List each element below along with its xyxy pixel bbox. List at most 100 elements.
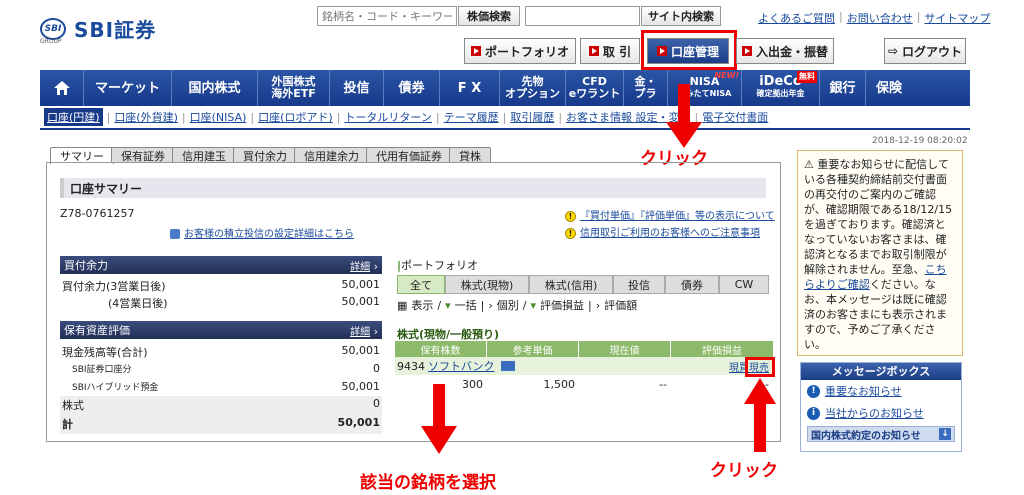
info-icon: i (807, 406, 820, 420)
detail-label: 詳細 (350, 261, 371, 273)
tab-collateral[interactable]: 代用有価証券 (366, 147, 452, 163)
asset-row-hybrid: SBIハイブリッド預金 50,001 (62, 380, 380, 393)
annotation-select-stock: 該当の銘柄を選択 (360, 473, 496, 493)
msg-important[interactable]: ! 重要なお知らせ (801, 380, 961, 402)
subnav-trade-history[interactable]: 取引履歴 (510, 109, 554, 125)
cell-current: -- (659, 377, 667, 391)
subnav-total-return[interactable]: トータルリターン (344, 109, 431, 125)
pf-tab-margin-stock[interactable]: 株式(信用) (529, 275, 613, 294)
portfolio-options: ▦ 表示 / ▾ 一括 | › 個別 / ▾ 評価損益 | › 評価額 (397, 297, 637, 313)
account-number: Z78-0761257 (60, 207, 135, 220)
arrow-down-icon: ↓ (939, 428, 951, 440)
grid-icon: ▦ (397, 298, 408, 312)
stock-search-button[interactable]: 株価検索 (458, 6, 520, 26)
portfolio-title: ポートフォリオ (401, 259, 479, 272)
nav-bank[interactable]: 銀行 (820, 70, 866, 106)
chevron-right-icon: › (373, 259, 378, 273)
stock-code: 9434 (397, 359, 425, 373)
sitemap-link[interactable]: サイトマップ (924, 10, 990, 26)
msg-execution-notice[interactable]: 国内株式約定のお知らせ ↓ (807, 426, 955, 442)
portfolio-button[interactable]: ポートフォリオ (464, 38, 576, 64)
contact-link[interactable]: お問い合わせ (847, 10, 913, 26)
nav-label: iDeCo (759, 74, 802, 89)
tab-margin-positions[interactable]: 信用建玉 (172, 147, 236, 163)
nav-foreign-stock[interactable]: 外国株式 海外ETF (258, 70, 330, 106)
margin-notice-link[interactable]: 信用取引ご利用のお客様へのご注意事項 (580, 228, 760, 239)
asset-row-stock: 株式 0 (60, 396, 382, 414)
subnav-yen-account[interactable]: 口座(円建) (44, 108, 103, 126)
separator: | (250, 110, 255, 124)
nav-bonds[interactable]: 債券 (384, 70, 440, 106)
logout-button[interactable]: ⇨ ログアウト (884, 38, 966, 64)
buying-power-row-4d: (4営業日後) 50,001 (62, 295, 380, 311)
subnav-foreign-account[interactable]: 口座(外貨建) (114, 109, 178, 125)
col-current: 現在値 (579, 341, 671, 357)
deposit-transfer-button[interactable]: 入出金・振替 (736, 38, 834, 64)
nav-cfd[interactable]: CFD eワラント (566, 70, 624, 106)
separator: / (522, 298, 527, 312)
nav-sublabel: eワラント (568, 87, 621, 100)
site-search-button[interactable]: サイト内検索 (641, 6, 721, 26)
warning-icon: ! (565, 227, 576, 239)
row-label: 買付余力(3営業日後) (62, 280, 166, 293)
subnav-e-documents[interactable]: 電子交付書面 (702, 109, 768, 125)
msg-company[interactable]: i 当社からのお知らせ (801, 402, 961, 424)
pf-tab-bonds[interactable]: 債券 (665, 275, 719, 294)
tab-holdings[interactable]: 保有証券 (111, 147, 175, 163)
faq-link[interactable]: よくあるご質問 (758, 10, 835, 26)
separator: | (839, 10, 843, 23)
opt-pl[interactable]: 評価損益 (540, 297, 584, 313)
mail-icon[interactable] (500, 361, 515, 371)
separator: | (480, 298, 485, 312)
price-display-link[interactable]: 『買付単価』『評価単価』等の表示について (580, 211, 775, 222)
logo-text: SBI証券 (74, 18, 157, 42)
reserve-settings-link[interactable]: お客様の積立投信の設定詳細はこちら (184, 229, 354, 240)
row-value: 0 (373, 397, 380, 410)
timestamp: 2018-12-19 08:20:02 (872, 136, 968, 146)
stock-search-input[interactable] (317, 6, 457, 26)
subnav-robo-account[interactable]: 口座(ロボアド) (258, 109, 333, 125)
opt-individual[interactable]: 個別 (497, 297, 519, 313)
nav-gold[interactable]: 金・ プラ (624, 70, 668, 106)
nav-insurance[interactable]: 保険 (866, 70, 912, 106)
tab-stock-lending[interactable]: 貸株 (449, 147, 491, 163)
nav-fx[interactable]: F X (440, 70, 500, 106)
red-arrow-up-sell (744, 378, 776, 452)
tab-buying-power[interactable]: 買付余力 (233, 147, 297, 163)
pf-tab-funds[interactable]: 投信 (613, 275, 665, 294)
home-icon[interactable] (40, 70, 84, 106)
opt-display[interactable]: 表示 (411, 297, 433, 313)
summary-title: 口座サマリー (60, 178, 766, 198)
row-label: SBIハイブリッド預金 (72, 383, 159, 393)
msg-footer-label: 国内株式約定のお知らせ (811, 430, 921, 442)
logout-icon: ⇨ (887, 44, 899, 58)
nav-sublabel: 確定拠出年金 (756, 89, 805, 98)
sbi-logo[interactable]: SBI GROUP SBI証券 (40, 14, 157, 45)
row-label: 現金残高等(合計) (62, 346, 148, 359)
nav-domestic-stock[interactable]: 国内株式 (172, 70, 258, 106)
opt-bulk[interactable]: 一括 (455, 297, 477, 313)
chevron-right-icon: › (595, 298, 601, 312)
opt-valuation[interactable]: 評価額 (604, 297, 637, 313)
detail-label: 詳細 (350, 326, 371, 338)
main-nav: マーケット 国内株式 外国株式 海外ETF 投信 債券 F X 先物 オプション C… (40, 70, 970, 106)
subnav-nisa-account[interactable]: 口座(NISA) (190, 109, 247, 125)
subnav-theme-history[interactable]: テーマ履歴 (444, 109, 499, 125)
nav-ideco[interactable]: 無料 iDeCo 確定拠出年金 (742, 70, 820, 106)
pf-tab-all[interactable]: 全て (397, 275, 445, 294)
assets-detail-link[interactable]: 詳細 › (350, 323, 378, 338)
nav-market[interactable]: マーケット (84, 70, 172, 106)
nav-investment-trust[interactable]: 投信 (330, 70, 384, 106)
separator: | (435, 110, 440, 124)
pf-tab-cash-stock[interactable]: 株式(現物) (445, 275, 529, 294)
col-qty: 保有株数 (395, 341, 487, 357)
separator: | (181, 110, 186, 124)
site-search-input[interactable] (525, 6, 640, 26)
trade-button[interactable]: 取 引 (580, 38, 640, 64)
pf-tab-cw[interactable]: CW (719, 275, 769, 294)
tab-margin-power[interactable]: 信用建余力 (294, 147, 369, 163)
stock-name-link[interactable]: ソフトバンク (428, 358, 495, 374)
top-links: よくあるご質問 | お問い合わせ | サイトマップ (758, 10, 990, 26)
nav-futures[interactable]: 先物 オプション (500, 70, 566, 106)
buying-power-detail-link[interactable]: 詳細 › (350, 258, 378, 273)
